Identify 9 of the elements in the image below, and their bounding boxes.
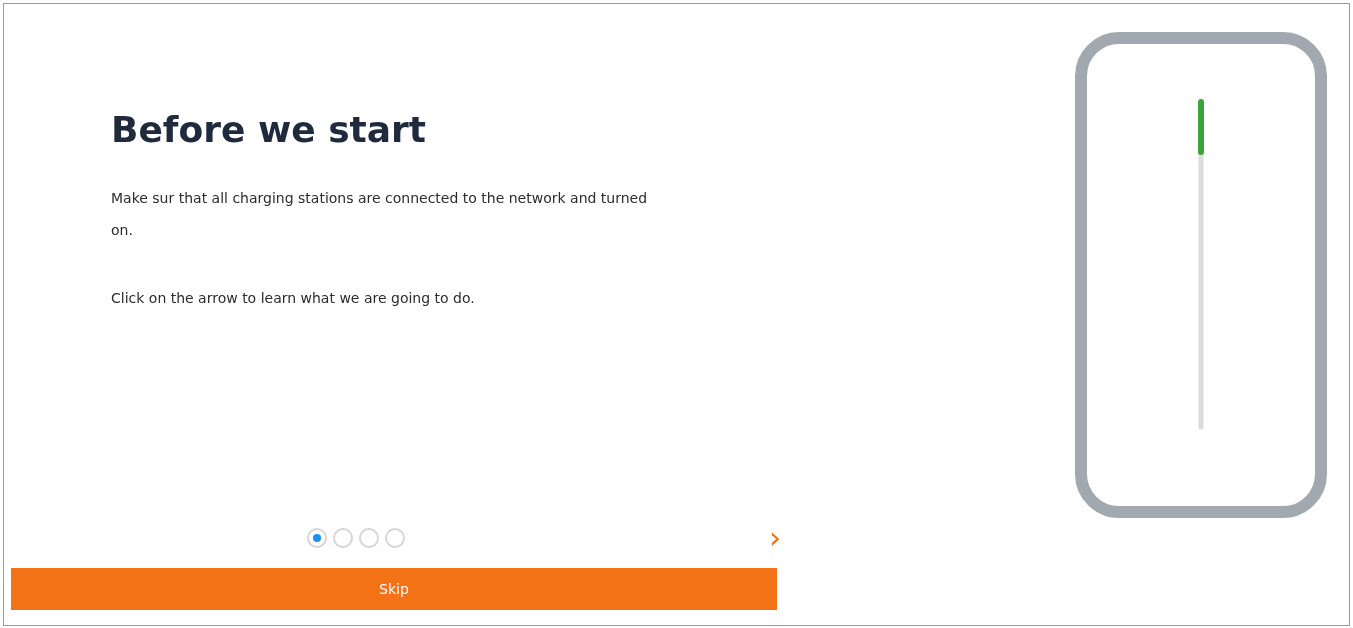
step-indicator[interactable] xyxy=(333,528,353,548)
step-indicator[interactable] xyxy=(385,528,405,548)
instruction-text: Click on the arrow to learn what we are going to do. xyxy=(111,289,476,308)
next-button[interactable]: › xyxy=(767,523,783,553)
skip-button[interactable]: Skip xyxy=(11,568,777,610)
page-title: Before we start xyxy=(111,109,428,150)
step-indicator[interactable] xyxy=(359,528,379,548)
instruction-text: Make sur that all charging stations are connected to the network and turned on. xyxy=(111,189,649,240)
step-indicator[interactable] xyxy=(307,528,327,548)
